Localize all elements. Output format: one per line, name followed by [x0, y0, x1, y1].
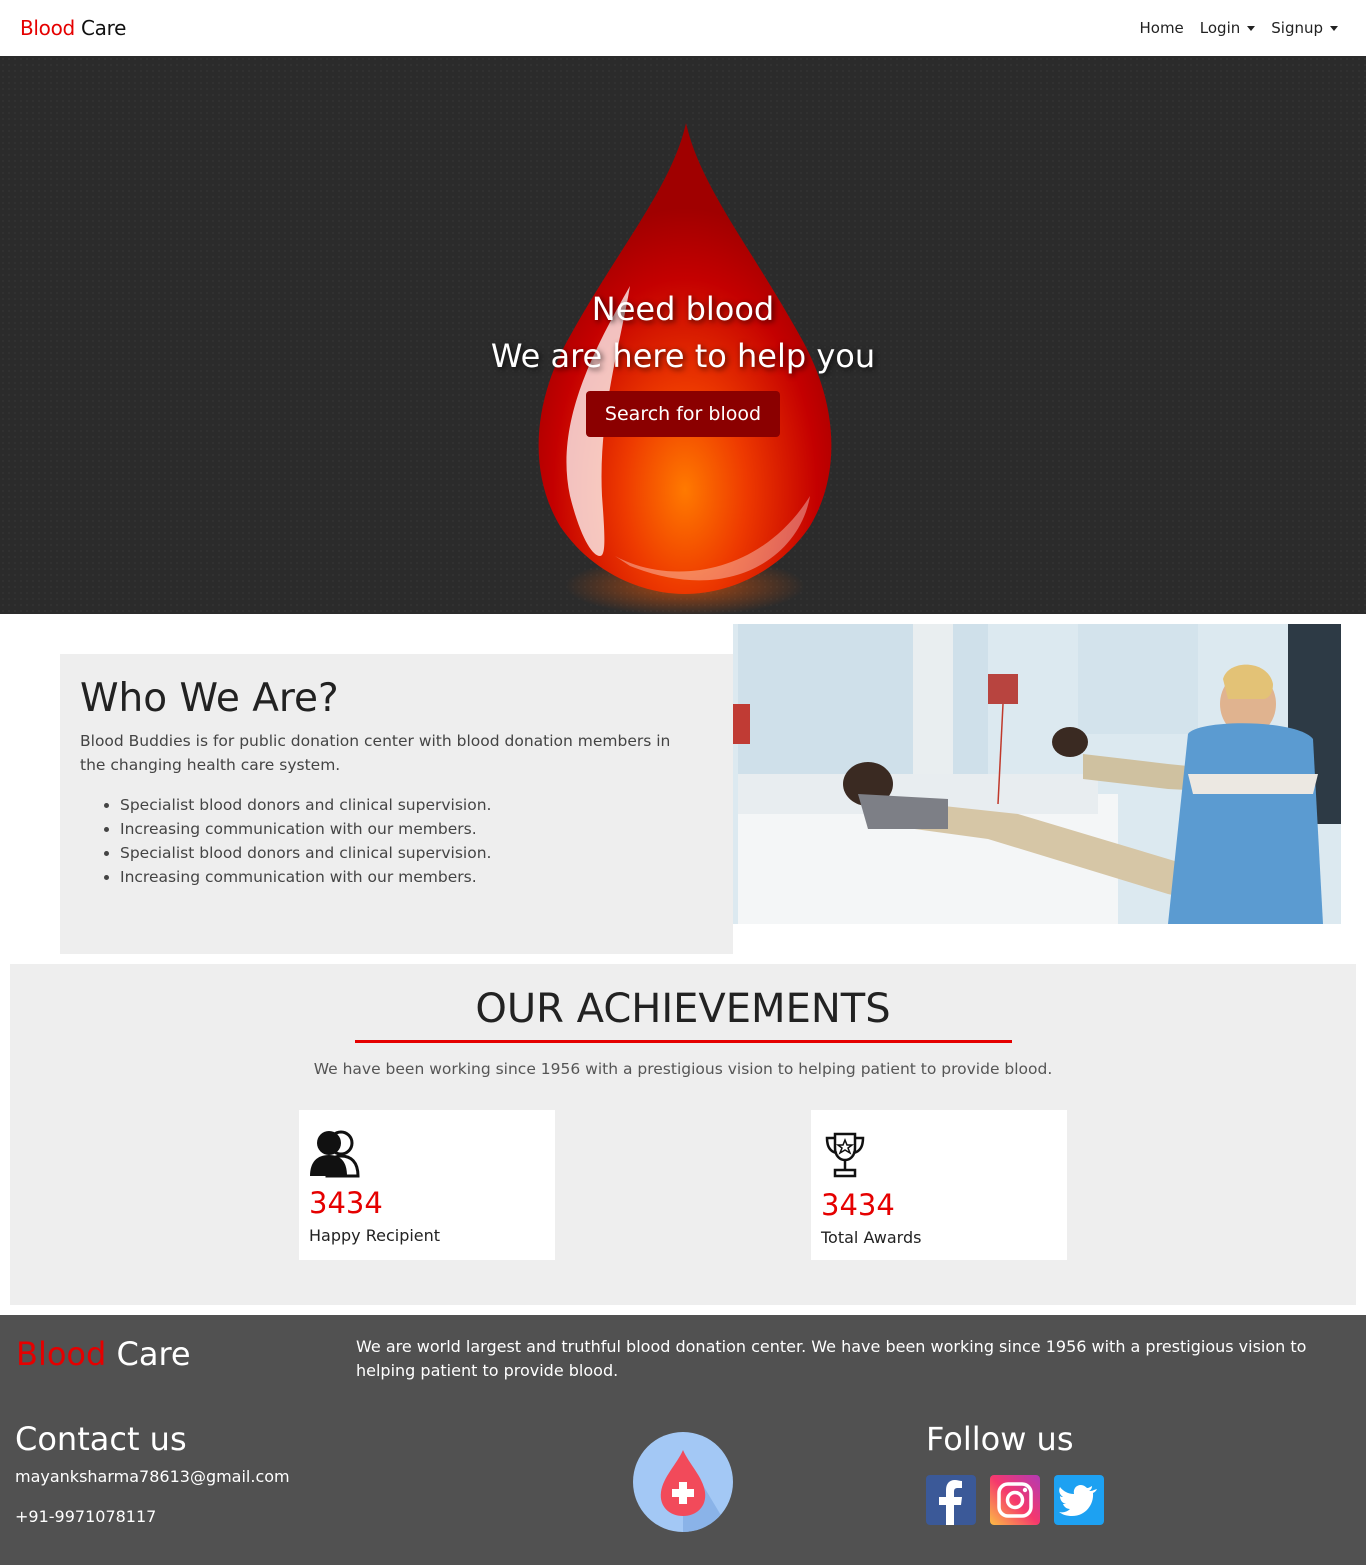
navbar: Blood Care Home Login Signup	[0, 0, 1366, 56]
achievement-card-recipients: 3434 Happy Recipient	[299, 1110, 555, 1260]
list-item: Specialist blood donors and clinical sup…	[120, 793, 713, 817]
twitter-icon[interactable]	[1054, 1475, 1104, 1525]
awards-count: 3434	[821, 1188, 895, 1222]
achievement-card-awards: 3434 Total Awards	[811, 1110, 1067, 1260]
users-icon	[310, 1130, 360, 1178]
achievements-section: OUR ACHIEVEMENTS We have been working si…	[10, 964, 1356, 1305]
contact-email[interactable]: mayanksharma78613@gmail.com	[15, 1467, 290, 1486]
nav-login-label: Login	[1199, 19, 1241, 37]
trophy-icon	[825, 1132, 865, 1178]
who-we-are-title: Who We Are?	[80, 676, 339, 721]
list-item: Increasing communication with our member…	[120, 865, 713, 889]
recipient-label: Happy Recipient	[309, 1226, 441, 1245]
brand-dark-text: Care	[81, 16, 127, 40]
nav-signup-label: Signup	[1271, 19, 1323, 37]
hero-section: Need blood We are here to help you Searc…	[0, 56, 1366, 614]
facebook-icon[interactable]	[926, 1475, 976, 1525]
footer-description: We are world largest and truthful blood …	[356, 1337, 1307, 1380]
donation-photo	[698, 624, 1341, 924]
contact-phone[interactable]: +91-9971078117	[15, 1507, 156, 1526]
chevron-down-icon	[1330, 25, 1338, 31]
chevron-down-icon	[1247, 25, 1256, 31]
nav-home-label: Home	[1139, 19, 1184, 37]
nav-home-link[interactable]: Home	[1139, 19, 1183, 37]
nav-login-dropdown[interactable]: Login	[1199, 19, 1256, 37]
blood-donation-logo	[633, 1432, 733, 1532]
contact-title: Contact us	[15, 1420, 187, 1458]
who-we-are-description: Blood Buddies is for public donation cen…	[80, 732, 671, 774]
hero-line-2: We are here to help you	[490, 337, 876, 375]
search-blood-button[interactable]: Search for blood	[586, 391, 780, 437]
nav-signup-dropdown[interactable]: Signup	[1271, 19, 1338, 37]
footer-brand: Blood Care	[16, 1335, 191, 1373]
nav-links: Home Login Signup	[1139, 19, 1346, 37]
recipient-count: 3434	[309, 1186, 383, 1220]
footer-brand-red: Blood	[16, 1335, 107, 1373]
brand-red-text: Blood	[20, 16, 75, 40]
who-we-are-list: Specialist blood donors and clinical sup…	[80, 793, 713, 889]
achievements-divider	[355, 1040, 1012, 1043]
awards-label: Total Awards	[821, 1228, 922, 1247]
achievements-subtitle: We have been working since 1956 with a p…	[313, 1060, 1053, 1078]
footer: Blood Care We are world largest and trut…	[0, 1315, 1366, 1565]
follow-title: Follow us	[926, 1420, 1074, 1458]
list-item: Increasing communication with our member…	[120, 817, 713, 841]
hero-heading: Need blood We are here to help you	[0, 286, 1366, 380]
footer-brand-dark: Care	[116, 1335, 191, 1373]
brand-logo[interactable]: Blood Care	[20, 16, 126, 40]
list-item: Specialist blood donors and clinical sup…	[120, 841, 713, 865]
hero-line-1: Need blood	[591, 290, 775, 328]
instagram-icon[interactable]	[990, 1475, 1040, 1525]
achievements-title: OUR ACHIEVEMENTS	[475, 986, 891, 1032]
who-we-are-card: Who We Are? Blood Buddies is for public …	[60, 654, 733, 954]
